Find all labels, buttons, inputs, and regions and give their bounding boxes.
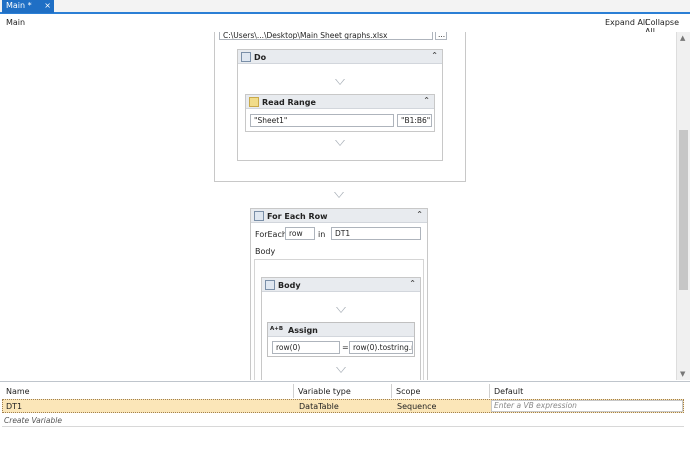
divider [2,426,684,427]
sheet-name-field[interactable]: "Sheet1" [250,114,394,127]
flow-arrow-icon [335,140,345,146]
tab-main-label: Main * [6,1,32,10]
sequence-icon [241,52,251,62]
column-header-name[interactable]: Name [2,384,294,398]
variable-scope-cell[interactable]: Sequence [394,401,439,413]
collapse-chevron-icon[interactable]: ⌃ [423,96,430,105]
read-range-title: Read Range ⌃ [246,95,434,109]
equals-label: = [342,343,349,352]
flow-arrow-icon [336,307,346,313]
collection-field[interactable]: DT1 [331,227,421,240]
flow-arrow-icon [335,79,345,85]
column-header-variable-type[interactable]: Variable type [294,384,392,398]
designer-header: Main Expand All Collapse All [0,14,690,36]
canvas-vertical-scrollbar[interactable]: ▲ ▼ [676,32,690,380]
do-title: Do ⌃ [238,50,442,64]
body-label: Body [255,247,276,256]
body-title: Body ⌃ [262,278,420,292]
scrollbar-thumb[interactable] [679,130,688,290]
expand-all-button[interactable]: Expand All [605,18,647,27]
designer-canvas[interactable]: C:\Users\...\Desktop\Main Sheet graphs.x… [0,32,676,380]
sequence-icon [265,280,275,290]
tab-main[interactable]: Main * × [2,0,54,13]
for-each-row-activity[interactable]: For Each Row ⌃ ForEach row in DT1 Body Bo… [250,208,428,380]
foreach-label: ForEach [255,230,287,239]
row-variable-field[interactable]: row [285,227,315,240]
assign-title: A+B Assign [268,323,414,337]
assign-value-field[interactable]: row(0).tostring.rep [349,341,413,354]
collapse-chevron-icon[interactable]: ⌃ [431,51,438,60]
variable-name-cell[interactable]: DT1 [3,401,25,413]
collapse-chevron-icon[interactable]: ⌃ [409,279,416,288]
in-label: in [318,230,326,239]
scroll-up-icon[interactable]: ▲ [680,34,685,42]
collapse-chevron-icon[interactable]: ⌃ [416,210,423,219]
flow-arrow-icon [336,367,346,373]
body-container[interactable]: Body ⌃ A+B Assign row(0) = row(0).tostring… [254,259,424,380]
assign-icon: A+B [270,326,284,332]
flow-arrow-icon [334,192,344,198]
do-activity[interactable]: Do ⌃ Read Range ⌃ "Sheet1" "B1:B6" [237,49,443,161]
create-variable-link[interactable]: Create Variable [4,416,62,425]
excel-scope-container[interactable]: C:\Users\...\Desktop\Main Sheet graphs.x… [214,32,466,182]
variables-panel: Name Variable type Scope Default DT1 Dat… [0,381,690,459]
body-sequence-activity[interactable]: Body ⌃ A+B Assign row(0) = row(0).tostring… [261,277,421,380]
column-header-default[interactable]: Default [490,384,684,398]
close-icon[interactable]: × [44,1,51,10]
document-tab-strip: Main * × [0,0,690,14]
breadcrumb[interactable]: Main [6,18,25,27]
variable-type-cell[interactable]: DataTable [296,401,342,413]
range-field[interactable]: "B1:B6" [397,114,432,127]
browse-button[interactable]: ... [435,32,447,40]
assign-to-field[interactable]: row(0) [272,341,340,354]
excel-read-icon [249,97,259,107]
read-range-activity[interactable]: Read Range ⌃ "Sheet1" "B1:B6" [245,94,435,132]
assign-activity[interactable]: A+BAssign row(0) = row(0).tostring.rep [267,322,415,357]
for-each-icon [254,211,264,221]
scroll-down-icon[interactable]: ▼ [680,370,685,378]
default-value-input[interactable]: Enter a VB expression [491,400,683,412]
workbook-path-field[interactable]: C:\Users\...\Desktop\Main Sheet graphs.x… [219,32,433,40]
column-header-scope[interactable]: Scope [392,384,490,398]
for-each-row-title: For Each Row ⌃ [251,209,427,223]
